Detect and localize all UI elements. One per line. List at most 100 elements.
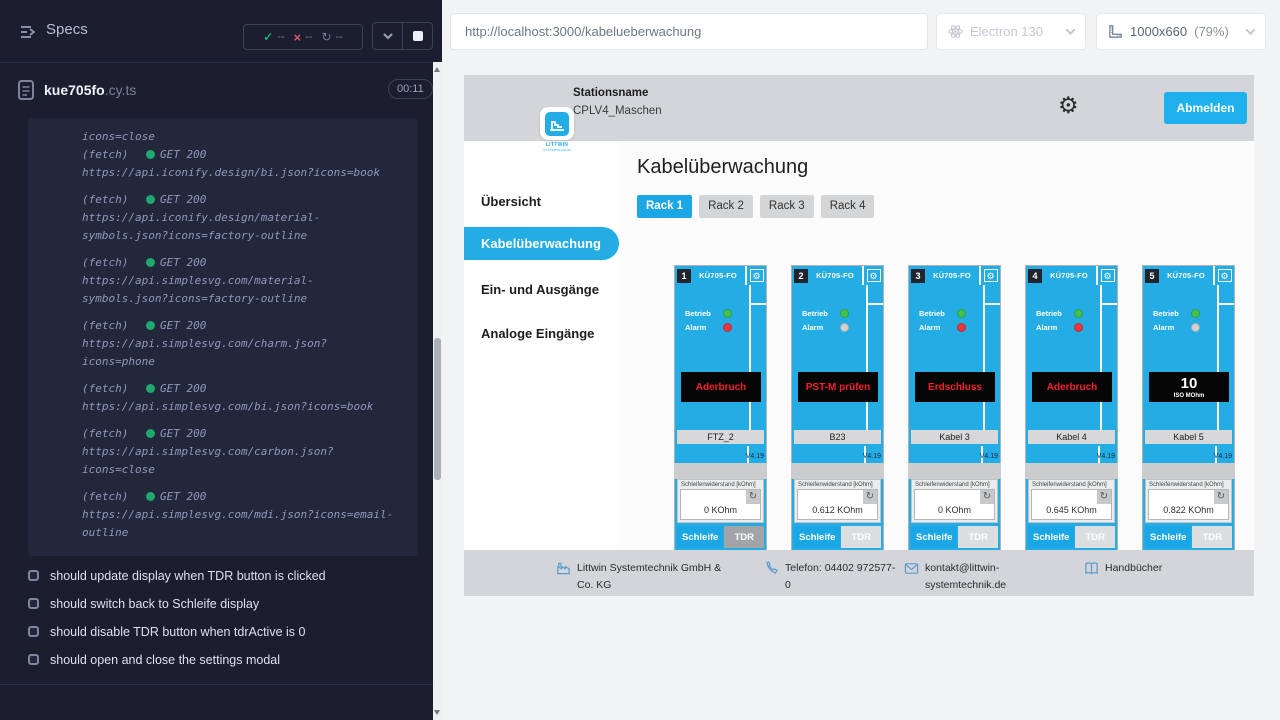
logo-box <box>540 107 574 140</box>
rack-leds: Betrieb Alarm <box>1153 306 1200 334</box>
schleife-button[interactable]: Schleife <box>794 526 840 548</box>
collapse-button[interactable] <box>373 23 402 49</box>
log-entry[interactable]: (fetch)GET 200 https://api.iconify.desig… <box>82 146 406 182</box>
runner-controls <box>372 22 433 50</box>
tdr-button[interactable]: TDR <box>724 526 764 548</box>
browser-selector[interactable]: Electron 130 <box>936 13 1086 50</box>
log-entry[interactable]: (fetch)GET 200 https://api.simplesvg.com… <box>82 425 406 479</box>
resistance-panel: Schleifenwiderstand [kOhm] ↻ 0.612 KOhm <box>794 479 881 523</box>
logo-subtext: SYSTEMTECHNIK <box>540 148 574 152</box>
schleife-button[interactable]: Schleife <box>1028 526 1074 548</box>
rack-settings-icon[interactable]: ⚙ <box>1218 269 1232 282</box>
tdr-button[interactable]: TDR <box>958 526 998 548</box>
url-input[interactable] <box>450 13 928 50</box>
betrieb-led <box>840 309 849 318</box>
log-entry[interactable]: (fetch)GET 200 https://api.iconify.desig… <box>82 191 406 245</box>
tdr-button[interactable]: TDR <box>1075 526 1115 548</box>
rack-buttons: Schleife TDR <box>677 526 764 548</box>
scroll-down-arrow[interactable] <box>434 710 440 715</box>
footer-email[interactable]: kontakt@littwin-systemtechnik.de <box>904 560 1029 594</box>
resistance-readout: ↻ 0.612 KOhm <box>797 489 878 520</box>
app-logo: LITTWIN SYSTEMTECHNIK <box>540 107 574 152</box>
sidebar-item-ein-und-ausgaenge[interactable]: Ein- und Ausgänge <box>481 282 599 297</box>
refresh-icon[interactable]: ↻ <box>1214 490 1228 504</box>
resistance-readout: ↻ 0.645 KOhm <box>1031 489 1112 520</box>
log-entry-head: (fetch)GET 200 <box>82 191 406 209</box>
pending-test-icon <box>28 626 39 637</box>
log-entry-head: (fetch)GET 200 <box>82 254 406 272</box>
rack-version-row: V4.19 <box>1026 446 1117 463</box>
test-item[interactable]: should disable TDR button when tdrActive… <box>28 624 418 639</box>
log-entry-head: (fetch)GET 200 <box>82 380 406 398</box>
resistance-readout: ↻ 0 KOhm <box>914 489 995 520</box>
settings-gear-icon[interactable]: ⚙ <box>1058 94 1079 117</box>
firmware-version: V4.19 <box>1214 453 1232 460</box>
rack-side-strip <box>1100 285 1117 432</box>
rack-version-row: V4.19 <box>909 446 1000 463</box>
sidebar-item-analoge-eingaenge[interactable]: Analoge Eingänge <box>481 326 594 341</box>
rack-version-row: V4.19 <box>1143 446 1234 463</box>
tdr-button[interactable]: TDR <box>841 526 881 548</box>
tab-rack-3[interactable]: Rack 3 <box>760 195 814 218</box>
tab-rack-2[interactable]: Rack 2 <box>699 195 753 218</box>
command-log[interactable]: icons=close (fetch)GET 200 https://api.i… <box>28 118 418 556</box>
log-entry[interactable]: (fetch)GET 200 https://api.simplesvg.com… <box>82 488 406 542</box>
divider <box>674 463 767 479</box>
schleife-button[interactable]: Schleife <box>1145 526 1191 548</box>
cross-icon: × <box>294 30 302 45</box>
refresh-icon[interactable]: ↻ <box>1097 490 1111 504</box>
rack-side-strip <box>749 285 766 432</box>
stat-pending: ↻-- <box>321 30 342 44</box>
app-content: Kabelüberwachung Rack 1 Rack 2 Rack 3 Ra… <box>619 141 1254 550</box>
refresh-icon[interactable]: ↻ <box>863 490 877 504</box>
resistance-panel: Schleifenwiderstand [kOhm] ↻ 0.822 KOhm <box>1145 479 1232 523</box>
spec-file-name[interactable]: kue705fo.cy.ts <box>44 82 136 98</box>
alarm-led <box>957 323 966 332</box>
log-entry[interactable]: (fetch)GET 200 https://api.simplesvg.com… <box>82 317 406 371</box>
tdr-button[interactable]: TDR <box>1192 526 1232 548</box>
rack-card-2: 2 KÜ705-FO ⚙ Betrieb Alarm PST-M prüfen … <box>791 265 884 550</box>
rack-settings-icon[interactable]: ⚙ <box>867 269 881 282</box>
stop-button[interactable] <box>402 23 432 49</box>
test-item[interactable]: should update display when TDR button is… <box>28 568 418 583</box>
rack-settings-icon[interactable]: ⚙ <box>750 269 764 282</box>
scroll-up-arrow[interactable] <box>434 67 440 72</box>
log-entry[interactable]: (fetch)GET 200 https://api.simplesvg.com… <box>82 380 406 416</box>
sidebar-item-kabelueberwachung[interactable]: Kabelüberwachung <box>464 227 619 260</box>
vertical-scrollbar[interactable] <box>433 62 442 720</box>
ruler-icon <box>1108 24 1123 39</box>
rack-settings-icon[interactable]: ⚙ <box>984 269 998 282</box>
rerun-icon: ↻ <box>321 30 331 44</box>
specs-menu-icon[interactable] <box>20 24 38 45</box>
littwin-logo-icon <box>545 112 569 136</box>
viewport-selector[interactable]: 1000x660 (79%) <box>1096 13 1266 50</box>
status-dot-icon <box>146 321 155 330</box>
rack-model: KÜ705-FO <box>925 271 979 280</box>
log-entry-head: (fetch)GET 200 <box>82 488 406 506</box>
specs-label[interactable]: Specs <box>46 21 88 38</box>
test-item[interactable]: should switch back to Schleife display <box>28 596 418 611</box>
log-entry[interactable]: (fetch)GET 200 https://api.simplesvg.com… <box>82 254 406 308</box>
footer-manuals[interactable]: Handbücher <box>1084 560 1162 577</box>
rack-header: 1 KÜ705-FO ⚙ <box>675 266 766 285</box>
refresh-icon[interactable]: ↻ <box>746 490 760 504</box>
schleife-button[interactable]: Schleife <box>677 526 723 548</box>
divider <box>1025 463 1118 479</box>
screen: Specs ✓-- ×-- ↻-- kue705fo.cy.ts 00:11 i… <box>0 0 1280 720</box>
tab-rack-4[interactable]: Rack 4 <box>821 195 875 218</box>
status-dot-icon <box>146 195 155 204</box>
divider <box>0 684 433 685</box>
rack-cable-label: Kabel 3 <box>911 430 998 444</box>
rack-settings-icon[interactable]: ⚙ <box>1101 269 1115 282</box>
rack-header: 5 KÜ705-FO ⚙ <box>1143 266 1234 285</box>
rack-leds: Betrieb Alarm <box>802 306 849 334</box>
test-item[interactable]: should open and close the settings modal <box>28 652 418 667</box>
refresh-icon[interactable]: ↻ <box>980 490 994 504</box>
tab-rack-1[interactable]: Rack 1 <box>637 195 692 218</box>
logout-button[interactable]: Abmelden <box>1164 92 1247 124</box>
schleife-button[interactable]: Schleife <box>911 526 957 548</box>
status-dot-icon <box>146 150 155 159</box>
sidebar-item-uebersicht[interactable]: Übersicht <box>481 194 541 209</box>
scrollbar-thumb[interactable] <box>434 338 441 480</box>
spec-timer: 00:11 <box>388 79 433 99</box>
